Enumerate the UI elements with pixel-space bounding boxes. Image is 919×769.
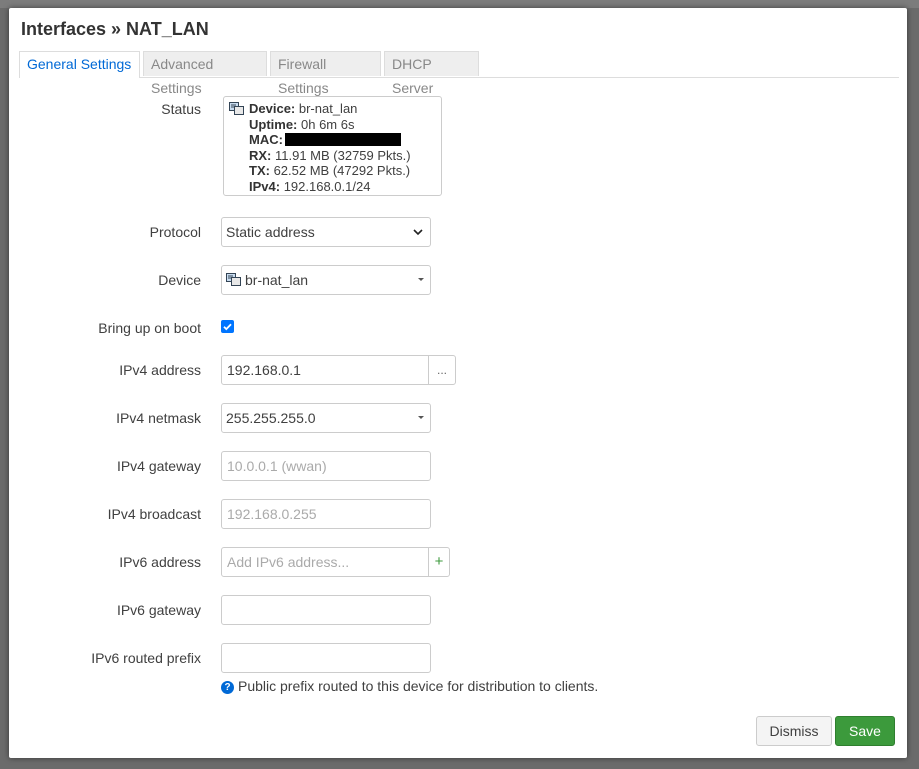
status-tx-value: 62.52 MB (47292 Pkts.) bbox=[269, 163, 411, 178]
ipv4-address-label: IPv4 address bbox=[119, 362, 201, 378]
modal-title: Interfaces » NAT_LAN bbox=[21, 19, 209, 39]
boot-label: Bring up on boot bbox=[98, 320, 201, 336]
status-details: Device: br-nat_lan Uptime: 0h 6m 6s MAC:… bbox=[249, 101, 411, 194]
status-ipv4-key: IPv4: bbox=[249, 178, 281, 194]
network-device-icon bbox=[226, 273, 241, 286]
protocol-label: Protocol bbox=[149, 224, 201, 240]
tab-general-settings[interactable]: General Settings bbox=[19, 51, 140, 78]
tab-advanced-settings[interactable]: Advanced Settings bbox=[143, 51, 267, 96]
status-panel: Device: br-nat_lan Uptime: 0h 6m 6s MAC:… bbox=[223, 96, 442, 196]
status-device-key: Device: bbox=[249, 101, 296, 116]
ipv6-prefix-help-text: Public prefix routed to this device for … bbox=[238, 678, 599, 694]
status-uptime-key: Uptime: bbox=[249, 116, 298, 132]
bring-up-on-boot-checkbox[interactable] bbox=[221, 320, 234, 333]
tab-dhcp-server[interactable]: DHCP Server bbox=[384, 51, 479, 96]
ipv4-broadcast-label: IPv4 broadcast bbox=[107, 506, 201, 522]
ipv6-gateway-label: IPv6 gateway bbox=[116, 602, 201, 618]
save-button[interactable]: Save bbox=[835, 716, 895, 746]
device-value: br-nat_lan bbox=[245, 272, 309, 288]
ipv6-routed-prefix-input[interactable] bbox=[221, 643, 431, 673]
tab-firewall-settings[interactable]: Firewall Settings bbox=[270, 51, 381, 96]
ipv4-netmask-select[interactable]: 255.255.255.0 bbox=[221, 403, 431, 433]
add-ipv6-address-button[interactable]: + bbox=[428, 547, 450, 577]
ipv6-prefix-help: ? Public prefix routed to this device for… bbox=[221, 678, 598, 694]
ipv4-gateway-input[interactable] bbox=[221, 451, 431, 481]
interface-edit-modal: Interfaces » NAT_LAN General Settings Ad… bbox=[9, 8, 907, 758]
ipv4-netmask-value: 255.255.255.0 bbox=[226, 410, 316, 426]
device-label: Device bbox=[158, 272, 201, 288]
caret-down-icon bbox=[418, 278, 424, 281]
question-icon: ? bbox=[221, 681, 234, 694]
ipv6-prefix-label: IPv6 routed prefix bbox=[91, 650, 201, 666]
ipv6-gateway-input[interactable] bbox=[221, 595, 431, 625]
status-rx-key: RX: bbox=[249, 147, 272, 163]
status-device-value: br-nat_lan bbox=[295, 101, 358, 116]
ipv4-gateway-label: IPv4 gateway bbox=[116, 458, 201, 474]
ipv4-netmask-label: IPv4 netmask bbox=[116, 410, 201, 426]
tab-bar: General Settings Advanced Settings Firew… bbox=[19, 51, 899, 96]
protocol-select[interactable]: Static address bbox=[221, 217, 431, 247]
device-select[interactable]: br-nat_lan bbox=[221, 265, 431, 295]
ipv4-address-more-button[interactable]: ... bbox=[428, 355, 456, 385]
status-mac-key: MAC: bbox=[249, 132, 283, 147]
protocol-value: Static address bbox=[226, 224, 315, 240]
backdrop-strip bbox=[0, 0, 919, 8]
chevron-down-icon bbox=[413, 229, 423, 236]
caret-down-icon bbox=[418, 416, 424, 419]
status-ipv4-value: 192.168.0.1/24 bbox=[280, 178, 371, 194]
checkmark-icon bbox=[223, 323, 232, 331]
ipv4-address-input[interactable] bbox=[221, 355, 429, 385]
ipv4-broadcast-input[interactable] bbox=[221, 499, 431, 529]
dismiss-button[interactable]: Dismiss bbox=[756, 716, 832, 746]
status-tx-key: TX: bbox=[249, 163, 270, 178]
status-label: Status bbox=[161, 101, 201, 117]
mac-redaction bbox=[284, 133, 401, 146]
network-device-icon bbox=[229, 102, 244, 115]
ipv6-address-label: IPv6 address bbox=[119, 554, 201, 570]
status-uptime-value: 0h 6m 6s bbox=[297, 116, 355, 132]
status-rx-value: 11.91 MB (32759 Pkts.) bbox=[271, 147, 411, 163]
ipv6-address-input[interactable] bbox=[221, 547, 429, 577]
